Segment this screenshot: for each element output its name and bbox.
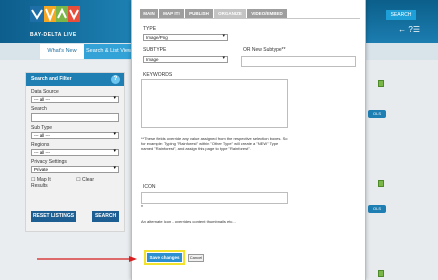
search-input[interactable]	[31, 113, 119, 122]
tab-map-it[interactable]: MAP IT!	[159, 9, 184, 18]
data-source-label: Data Source	[31, 89, 59, 95]
subtype-label: SUBTYPE	[143, 47, 167, 53]
subtype-select[interactable]: Image	[143, 56, 228, 63]
new-subtype-label: OR New Subtype**	[243, 47, 286, 53]
results-panel	[368, 60, 438, 280]
icon-note: *	[141, 205, 143, 211]
keywords-textarea[interactable]	[141, 79, 288, 128]
icon-label: ICON	[143, 184, 156, 190]
data-source-select[interactable]: --- all ---	[31, 96, 119, 103]
tools-button-2[interactable]: OLS	[368, 205, 386, 213]
arrow-annotation-icon	[37, 256, 137, 262]
type-select[interactable]: Image/Png	[143, 34, 228, 41]
file-icon[interactable]	[378, 270, 384, 277]
nav-tab-search-list[interactable]: Search & List View	[84, 44, 134, 59]
alternate-icon-text: An alternate Icon - overrides content th…	[141, 219, 236, 224]
search-filter-panel: Search and Filter ? Data Source --- all …	[25, 72, 125, 232]
header-search-button[interactable]: SEARCH	[386, 10, 416, 20]
tab-main[interactable]: MAIN	[140, 9, 158, 18]
subtype-filter-label: Sub Type	[31, 125, 53, 131]
tab-video-embed[interactable]: VIDEO/EMBED	[247, 9, 287, 18]
privacy-label: Privacy Settings	[31, 159, 67, 165]
privacy-select[interactable]: Private	[31, 166, 119, 173]
file-icon[interactable]	[378, 180, 384, 187]
regions-select[interactable]: --- all ---	[31, 149, 119, 156]
type-label: TYPE	[143, 26, 157, 32]
save-changes-button[interactable]: Save changes	[147, 253, 182, 262]
reset-listings-button[interactable]: RESET LISTINGS	[31, 211, 76, 222]
save-highlight: Save changes	[144, 250, 185, 265]
icon-input[interactable]	[141, 192, 288, 204]
subtype-filter-select[interactable]: --- all ---	[31, 132, 119, 139]
new-subtype-input[interactable]	[241, 56, 356, 67]
override-help-text: **These fields override any value assign…	[141, 136, 288, 151]
checkbox-row: ☐ Map It ☐ Clear Results	[31, 177, 119, 189]
keywords-label: KEYWORDS	[143, 72, 173, 78]
search-label: Search	[31, 106, 47, 112]
logo-text: BAY-DELTA LIVE	[30, 32, 77, 38]
sidebar-search-button[interactable]: SEARCH	[92, 211, 119, 222]
file-icon[interactable]	[378, 80, 384, 87]
regions-label: Regions	[31, 142, 50, 148]
tab-publish[interactable]: PUBLISH	[185, 9, 213, 18]
sidebar-header: Search and Filter ?	[26, 73, 124, 86]
cancel-button[interactable]: Cancel	[188, 254, 204, 262]
help-icon[interactable]: ?	[111, 75, 120, 84]
sidebar-title: Search and Filter	[31, 76, 72, 82]
header-icons[interactable]: ← ?☰	[398, 25, 420, 34]
nav-tab-whats-new[interactable]: What's New	[40, 44, 84, 59]
tools-button-1[interactable]: OLS	[368, 110, 386, 118]
sidebar-buttons: RESET LISTINGS SEARCH	[31, 211, 121, 222]
tab-divider	[140, 18, 360, 19]
tab-organize[interactable]: ORGANIZE	[214, 9, 246, 18]
